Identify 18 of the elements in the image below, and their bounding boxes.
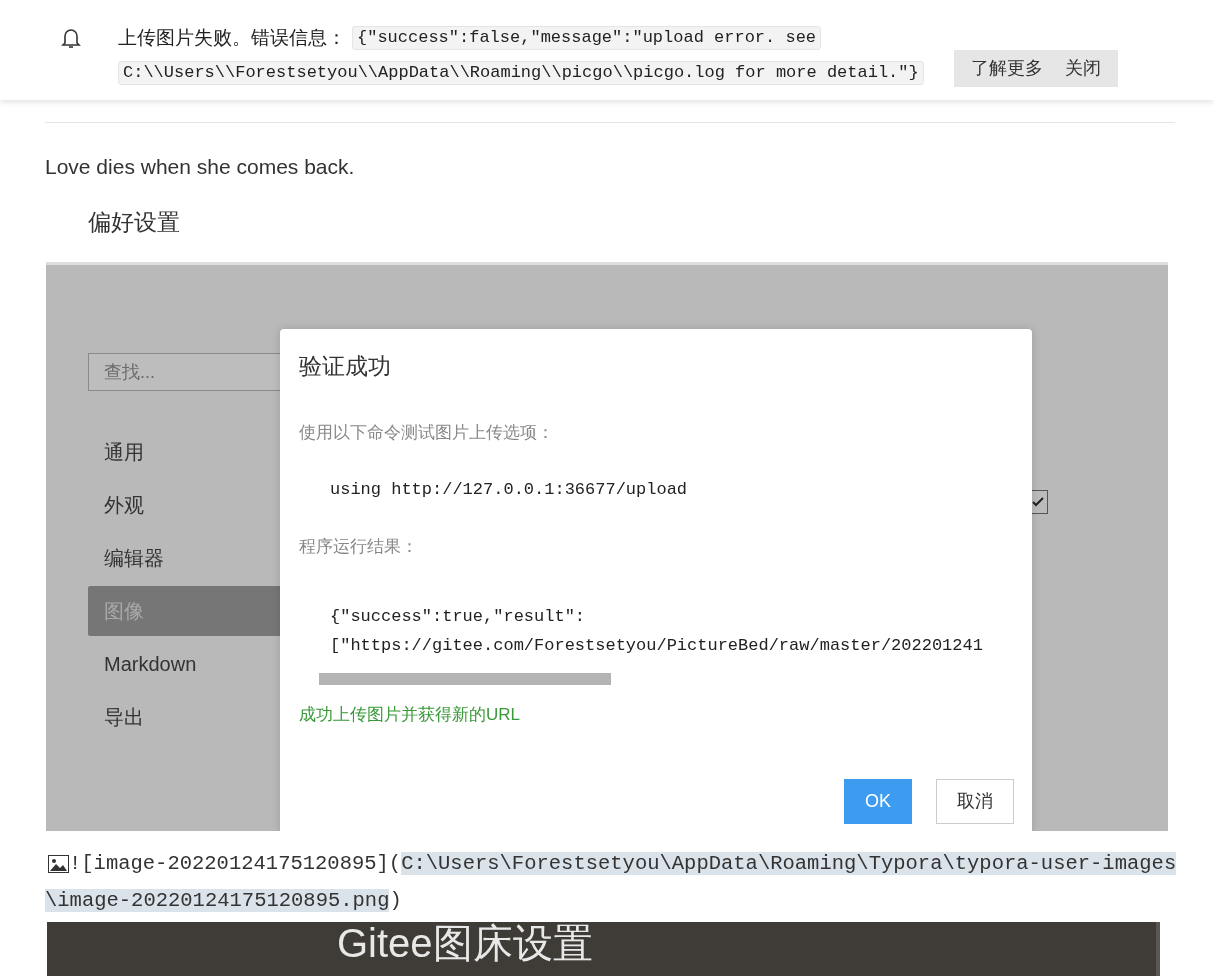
body-text: Love dies when she comes back.: [45, 154, 356, 180]
error-detail: {"success":false,"message":"upload error. see: [352, 26, 822, 50]
result-text: {"success":true,"result":: [330, 606, 587, 628]
bell-icon: [60, 26, 82, 50]
image-icon: [48, 855, 69, 873]
result-text: ["https://gitee.com/Forestsetyou/PictureBed/raw/master/202201241: [330, 635, 984, 657]
scrollbar-thumb[interactable]: [319, 673, 611, 685]
image-caption: Gitee图床设置: [337, 922, 594, 967]
dialog-label: 程序运行结果：: [299, 536, 419, 558]
section-label: 偏好设置: [88, 208, 181, 237]
dialog-label: 使用以下命令测试图片上传选项：: [299, 422, 555, 444]
notification-message: 上传图片失败。错误信息：: [118, 26, 346, 50]
dialog-button[interactable]: 取消: [936, 779, 1014, 824]
command-text: using http://127.0.0.1:36677/upload: [330, 479, 689, 501]
check-icon: [1032, 497, 1044, 507]
error-detail: C:\\Users\\Forestsetyou\\AppData\\Roaming\\picgo\\picgo.log for more detail."}: [118, 61, 924, 85]
success-message: 成功上传图片并获得新的URL: [299, 704, 521, 726]
markdown-source: ![image-20220124175120895](C:\Users\Forestsetyou\AppData\Roaming\Typora\typora-user-images\image-20220124175120895.png): [45, 851, 1178, 914]
